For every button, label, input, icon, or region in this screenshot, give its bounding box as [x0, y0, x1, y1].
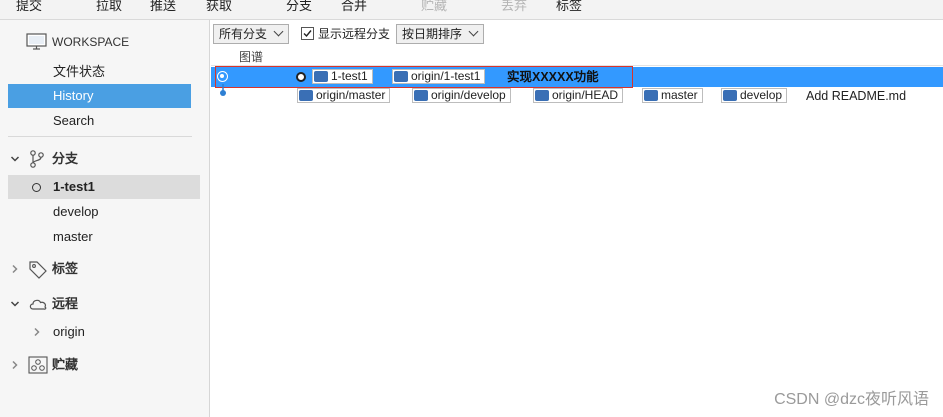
- discard-button[interactable]: 丢弃: [501, 0, 527, 14]
- workspace-label: WORKSPACE: [52, 35, 130, 49]
- ref-text: master: [661, 88, 698, 102]
- sidebar-branch-develop[interactable]: develop: [8, 200, 200, 224]
- branch-icon: [299, 90, 313, 101]
- sort-dropdown[interactable]: 按日期排序: [396, 24, 484, 44]
- branch-filter-dropdown[interactable]: 所有分支: [213, 24, 289, 44]
- branch-ref-label[interactable]: origin/develop: [412, 88, 511, 103]
- remotes-header[interactable]: 远程: [10, 292, 190, 316]
- sidebar-remote-origin[interactable]: origin: [8, 320, 200, 344]
- branch-icon: [535, 90, 549, 101]
- pull-button[interactable]: 拉取: [96, 0, 122, 14]
- commit-button[interactable]: 提交: [16, 0, 42, 14]
- sidebar-item-history[interactable]: History: [8, 84, 191, 108]
- sidebar-branch-label: 1-test1: [53, 179, 95, 194]
- branch-ref-label[interactable]: origin/HEAD: [533, 88, 624, 103]
- commit-message: Add README.md: [806, 89, 907, 103]
- push-button[interactable]: 推送: [150, 0, 176, 14]
- sidebar-item-search[interactable]: Search: [8, 109, 200, 133]
- stash-button[interactable]: 贮藏: [421, 0, 447, 14]
- stash-icon: [28, 356, 48, 374]
- branches-header[interactable]: 分支: [10, 147, 190, 171]
- branch-icon: [644, 90, 658, 101]
- stashes-header[interactable]: 贮藏: [10, 353, 190, 377]
- highlight-outline: [215, 66, 633, 88]
- chevron-down-icon: [10, 301, 20, 307]
- cloud-icon: [29, 299, 47, 310]
- history-panel: 所有分支 显示远程分支 按日期排序 图谱 1-test1 origin/1-te…: [211, 20, 943, 417]
- monitor-icon: [26, 33, 47, 50]
- checkmark-icon: [303, 30, 312, 38]
- toolbar: 提交 拉取 推送 获取 分支 合并 贮藏 丢弃 标签: [0, 0, 943, 20]
- branch-ref-label[interactable]: develop: [721, 88, 788, 103]
- branch-icon: [414, 90, 428, 101]
- tags-title: 标签: [52, 261, 79, 276]
- remote-label: origin: [53, 324, 85, 339]
- commit-row[interactable]: origin/master origin/develop origin/HEAD…: [211, 84, 943, 106]
- chevron-down-icon: [468, 26, 479, 37]
- branch-icon: [30, 150, 44, 168]
- sidebar: WORKSPACE 文件状态 History Search 分支 1-test1…: [0, 20, 210, 417]
- stashes-title: 贮藏: [52, 357, 79, 372]
- ref-text: origin/HEAD: [552, 88, 619, 102]
- chevron-right-icon: [34, 327, 40, 337]
- sidebar-divider: [8, 136, 192, 137]
- ref-text: develop: [740, 88, 783, 102]
- branches-title: 分支: [52, 151, 79, 166]
- remotes-title: 远程: [52, 296, 79, 311]
- merge-button[interactable]: 合并: [341, 0, 367, 14]
- watermark: CSDN @dzc夜听风语: [774, 391, 929, 408]
- ref-text: origin/develop: [431, 88, 506, 102]
- sort-value: 按日期排序: [402, 27, 463, 41]
- show-remote-label: 显示远程分支: [318, 27, 391, 41]
- chevron-right-icon: [12, 360, 18, 370]
- sidebar-branch-master[interactable]: master: [8, 225, 200, 249]
- chevron-down-icon: [273, 26, 284, 37]
- sidebar-item-file-status[interactable]: 文件状态: [8, 60, 200, 84]
- checkbox-box[interactable]: [301, 27, 314, 40]
- graph-column-header[interactable]: 图谱: [239, 48, 263, 65]
- branch-ref-label[interactable]: master: [642, 88, 703, 103]
- filter-bar: 所有分支 显示远程分支 按日期排序: [211, 20, 943, 46]
- branch-filter-value: 所有分支: [219, 27, 268, 41]
- ref-text: origin/master: [316, 88, 386, 102]
- graph-line-icon: [220, 84, 226, 96]
- sidebar-branch-1-test1[interactable]: 1-test1: [8, 175, 200, 199]
- column-header: 图谱: [211, 46, 943, 66]
- branch-ref-label[interactable]: origin/master: [297, 88, 391, 103]
- tag-button[interactable]: 标签: [556, 0, 582, 14]
- tag-icon: [29, 261, 47, 279]
- fetch-button[interactable]: 获取: [206, 0, 232, 14]
- tags-header[interactable]: 标签: [10, 257, 190, 281]
- branch-icon: [723, 90, 737, 101]
- chevron-down-icon: [10, 156, 20, 162]
- branch-button[interactable]: 分支: [286, 0, 312, 14]
- current-branch-icon: [32, 183, 41, 192]
- chevron-right-icon: [12, 264, 18, 274]
